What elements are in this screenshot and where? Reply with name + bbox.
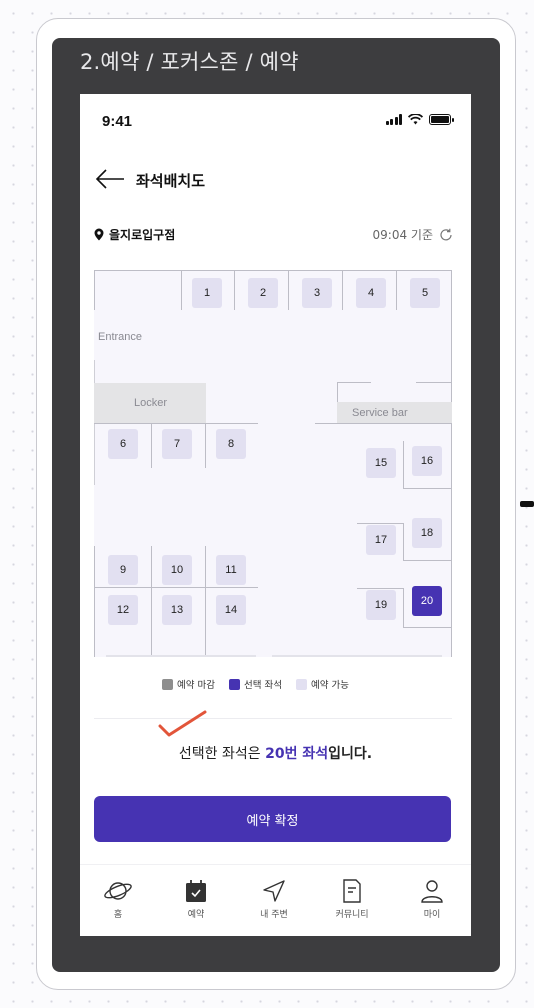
signal-icon bbox=[385, 114, 402, 125]
confirm-reservation-button[interactable]: 예약 확정 bbox=[94, 796, 451, 842]
time-basis-label: 09:04 기준 bbox=[372, 228, 433, 242]
seat-18[interactable]: 18 bbox=[412, 518, 442, 548]
arrow-left-icon bbox=[95, 169, 124, 189]
status-time: 9:41 bbox=[102, 113, 133, 130]
connector-handle bbox=[520, 501, 534, 507]
selected-seat-text: 20번 좌석 bbox=[265, 746, 329, 762]
navigation-icon bbox=[263, 880, 285, 902]
entrance-label: Entrance bbox=[98, 331, 143, 343]
seat-3[interactable]: 3 bbox=[302, 278, 332, 308]
seat-11[interactable]: 11 bbox=[216, 555, 246, 585]
seat-map: Entrance Locker Service bar 1 2 3 4 5 6 … bbox=[94, 270, 452, 657]
bottom-tab-bar: 홈 예약 내 주변 커뮤니티 마이 bbox=[80, 864, 471, 936]
frame-title: 2.예약 / 포커스존 / 예약 bbox=[80, 50, 299, 74]
branch-selector[interactable]: 을지로입구점 bbox=[94, 226, 175, 243]
seat-16[interactable]: 16 bbox=[412, 446, 442, 476]
status-icons bbox=[385, 114, 454, 125]
tab-reservation[interactable]: 예약 bbox=[166, 865, 226, 936]
legend-selected: 선택 좌석 bbox=[228, 677, 282, 691]
seat-10[interactable]: 10 bbox=[162, 555, 192, 585]
time-basis: 09:04 기준 bbox=[373, 226, 453, 243]
user-icon bbox=[421, 880, 443, 903]
selection-suffix: 입니다. bbox=[328, 746, 373, 762]
seat-8[interactable]: 8 bbox=[216, 429, 246, 459]
tab-community-label: 커뮤니티 bbox=[335, 910, 369, 920]
back-button[interactable] bbox=[94, 167, 126, 191]
seat-2[interactable]: 2 bbox=[248, 278, 278, 308]
legend-reserved: 예약 마감 bbox=[162, 677, 215, 691]
legend-available-label: 예약 가능 bbox=[310, 680, 349, 691]
calendar-check-icon bbox=[186, 880, 206, 902]
location-pin-icon bbox=[94, 228, 104, 241]
tab-nearby[interactable]: 내 주변 bbox=[244, 865, 304, 936]
seat-12[interactable]: 12 bbox=[108, 595, 138, 625]
tab-my[interactable]: 마이 bbox=[402, 865, 462, 936]
tab-nearby-label: 내 주변 bbox=[260, 910, 288, 920]
tab-community[interactable]: 커뮤니티 bbox=[322, 865, 382, 936]
seat-19[interactable]: 19 bbox=[366, 590, 396, 620]
seat-9[interactable]: 9 bbox=[108, 555, 138, 585]
seat-17[interactable]: 17 bbox=[366, 525, 396, 555]
swatch-reserved bbox=[162, 678, 173, 690]
selection-prefix: 선택한 좌석은 bbox=[178, 746, 266, 762]
phone-screen: 9:41 좌석배치도 을지로입구점 09:04 기준 Entrance Lock… bbox=[80, 94, 471, 936]
checkmark-annotation-icon bbox=[158, 710, 207, 737]
document-icon bbox=[343, 879, 361, 903]
tab-home[interactable]: 홈 bbox=[88, 865, 148, 936]
seat-20-selected[interactable]: 20 bbox=[412, 586, 442, 616]
seat-legend: 예약 마감 선택 좌석 예약 가능 bbox=[162, 677, 349, 691]
divider bbox=[94, 718, 452, 719]
selection-summary: 선택한 좌석은 20번 좌석입니다. bbox=[80, 743, 471, 763]
swatch-available bbox=[295, 678, 307, 690]
branch-name: 을지로입구점 bbox=[109, 228, 176, 242]
legend-reserved-label: 예약 마감 bbox=[177, 680, 215, 691]
legend-available: 예약 가능 bbox=[295, 677, 349, 691]
seat-7[interactable]: 7 bbox=[162, 429, 192, 459]
legend-selected-label: 선택 좌석 bbox=[243, 680, 282, 691]
refresh-icon[interactable] bbox=[439, 228, 453, 242]
planet-icon bbox=[104, 882, 132, 900]
page-title: 좌석배치도 bbox=[136, 172, 206, 190]
tab-home-label: 홈 bbox=[113, 910, 123, 920]
swatch-selected bbox=[228, 678, 240, 690]
seat-1[interactable]: 1 bbox=[192, 278, 222, 308]
seat-5[interactable]: 5 bbox=[410, 278, 440, 308]
battery-icon bbox=[429, 114, 454, 125]
seat-14[interactable]: 14 bbox=[216, 595, 246, 625]
wifi-icon bbox=[408, 114, 423, 125]
seat-13[interactable]: 13 bbox=[162, 595, 192, 625]
seat-15[interactable]: 15 bbox=[366, 448, 396, 478]
seat-4[interactable]: 4 bbox=[356, 278, 386, 308]
tab-my-label: 마이 bbox=[423, 910, 441, 920]
seat-6[interactable]: 6 bbox=[108, 429, 138, 459]
tab-reservation-label: 예약 bbox=[187, 910, 205, 920]
service-bar-label: Service bar bbox=[352, 407, 408, 419]
locker-label: Locker bbox=[134, 397, 168, 409]
